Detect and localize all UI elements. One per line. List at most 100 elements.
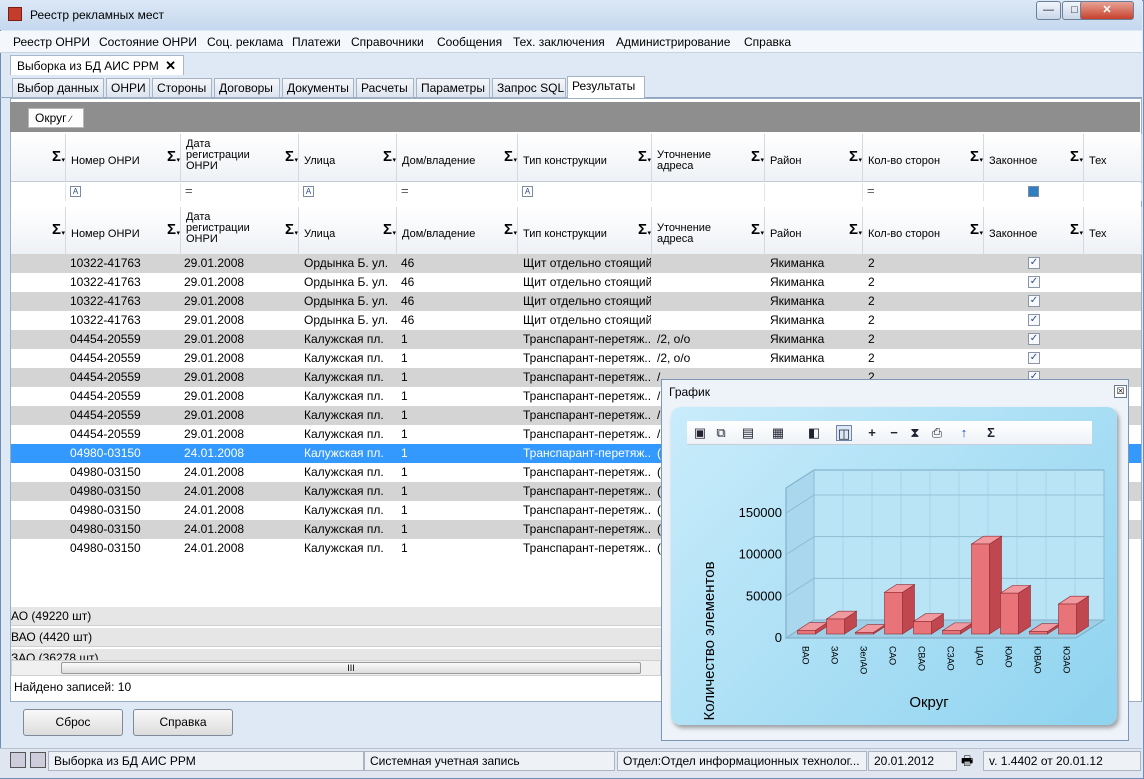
table-row[interactable]: 10322-41763 29.01.2008 Ордынка Б. ул. 46 Щит… — [11, 311, 1141, 330]
sigma-icon[interactable]: Σ — [285, 149, 294, 164]
legal-checkbox[interactable]: ✓ — [1028, 257, 1040, 269]
dropdown-arrow-icon[interactable]: ▾ — [858, 156, 862, 164]
dropdown-arrow-icon[interactable]: ▾ — [294, 156, 298, 164]
column-header-address-note[interactable]: Уточнение адреса Σ ▾ — [652, 134, 765, 182]
column-header-house[interactable]: Дом/владение Σ ▾ — [397, 207, 518, 255]
column-header-onri-number[interactable]: Номер ОНРИ Σ ▾ — [66, 207, 181, 255]
document-tab[interactable]: Выборка из БД АИС РРМ ✕ — [10, 55, 184, 75]
tab-sql-query[interactable]: Запрос SQL — [492, 78, 566, 98]
sigma-icon[interactable]: Σ — [52, 149, 61, 164]
dropdown-arrow-icon[interactable]: ▾ — [979, 229, 983, 237]
column-header-group[interactable]: Σ ▾ — [11, 134, 66, 182]
legal-checkbox[interactable]: ✓ — [1028, 333, 1040, 345]
tab-data-selection[interactable]: Выбор данных — [12, 78, 104, 98]
filter-cell-district[interactable] — [765, 183, 863, 201]
dropdown-arrow-icon[interactable]: ▾ — [858, 229, 862, 237]
column-header-construction-type[interactable]: Тип конструкции Σ ▾ — [518, 134, 652, 182]
sigma-icon[interactable]: Σ — [638, 222, 647, 237]
sigma-icon[interactable]: Σ — [383, 222, 392, 237]
dropdown-arrow-icon[interactable]: ▾ — [513, 229, 517, 237]
column-header-reg-date[interactable]: Дата регистрации ОНРИ Σ ▾ — [181, 134, 299, 182]
tab-parties[interactable]: Стороны — [152, 78, 212, 98]
column-header-district[interactable]: Район Σ ▾ — [765, 207, 863, 255]
column-header-legal[interactable]: Законное Σ ▾ — [984, 207, 1084, 255]
filter-cell-reg-date[interactable]: = — [181, 183, 299, 201]
equals-filter-icon[interactable]: = — [401, 183, 409, 198]
column-header-address-note[interactable]: Уточнение адреса Σ ▾ — [652, 207, 765, 255]
filter-cell-street[interactable]: A — [299, 183, 397, 201]
column-header-sides-count[interactable]: Кол-во сторон Σ ▾ — [863, 207, 984, 255]
dropdown-arrow-icon[interactable]: ▾ — [61, 229, 65, 237]
dropdown-arrow-icon[interactable]: ▾ — [176, 229, 180, 237]
sigma-icon[interactable]: Σ — [285, 222, 294, 237]
scrollbar-thumb[interactable]: III — [61, 662, 641, 674]
column-header-tech[interactable]: Тех — [1084, 207, 1142, 255]
legal-checkbox[interactable]: ✓ — [1028, 352, 1040, 364]
dropdown-arrow-icon[interactable]: ▾ — [647, 229, 651, 237]
sigma-icon[interactable]: Σ — [638, 149, 647, 164]
window-icon[interactable] — [10, 752, 26, 768]
table-row[interactable]: 10322-41763 29.01.2008 Ордынка Б. ул. 46 Щит… — [11, 254, 1141, 273]
legal-checkbox[interactable]: ✓ — [1028, 295, 1040, 307]
table-row[interactable]: 04454-20559 29.01.2008 Калужская пл. 1 Транс… — [11, 330, 1141, 349]
dropdown-arrow-icon[interactable]: ▾ — [392, 229, 396, 237]
filter-cell-tech[interactable] — [1084, 183, 1142, 201]
tab-results[interactable]: Результаты — [567, 76, 645, 99]
column-header-street[interactable]: Улица Σ ▾ — [299, 134, 397, 182]
checkbox-filter-icon[interactable] — [1028, 186, 1039, 197]
sigma-icon[interactable]: Σ — [970, 149, 979, 164]
filter-cell-onri-number[interactable]: A — [66, 183, 181, 201]
tab-contracts[interactable]: Договоры — [214, 78, 280, 98]
dropdown-arrow-icon[interactable]: ▾ — [294, 229, 298, 237]
table-row[interactable]: 10322-41763 29.01.2008 Ордынка Б. ул. 46 Щит… — [11, 273, 1141, 292]
sigma-icon[interactable]: Σ — [167, 149, 176, 164]
minimize-button[interactable]: — — [1036, 1, 1061, 20]
dropdown-arrow-icon[interactable]: ▾ — [61, 156, 65, 164]
document-tab-close-icon[interactable]: ✕ — [165, 58, 176, 74]
sigma-icon[interactable]: Σ — [52, 222, 61, 237]
dropdown-arrow-icon[interactable]: ▾ — [1079, 229, 1083, 237]
text-filter-icon[interactable]: A — [70, 186, 81, 197]
equals-filter-icon[interactable]: = — [185, 183, 193, 198]
menu-help[interactable]: Справка — [744, 35, 791, 49]
menu-registry[interactable]: Реестр ОНРИ — [13, 35, 90, 49]
reset-button[interactable]: Сброс — [23, 709, 123, 736]
help-button[interactable]: Справка — [133, 709, 233, 736]
title-bar[interactable] — [0, 0, 1142, 30]
menu-messages[interactable]: Сообщения — [437, 35, 502, 49]
group-row[interactable]: АО (49220 шт) — [11, 607, 661, 626]
column-header-street[interactable]: Улица Σ ▾ — [299, 207, 397, 255]
menu-state[interactable]: Состояние ОНРИ — [99, 35, 197, 49]
menu-tech-conclusions[interactable]: Тех. заключения — [513, 35, 605, 49]
filter-cell-sides-count[interactable]: = — [863, 183, 984, 201]
column-header-district[interactable]: Район Σ ▾ — [765, 134, 863, 182]
sigma-icon[interactable]: Σ — [751, 149, 760, 164]
column-header-reg-date[interactable]: Дата регистрации ОНРИ Σ ▾ — [181, 207, 299, 255]
equals-filter-icon[interactable]: = — [867, 183, 875, 198]
column-header-group[interactable]: Σ ▾ — [11, 207, 66, 255]
sigma-icon[interactable]: Σ — [849, 149, 858, 164]
menu-payments[interactable]: Платежи — [292, 35, 341, 49]
filter-cell-house[interactable]: = — [397, 183, 518, 201]
dropdown-arrow-icon[interactable]: ▾ — [647, 156, 651, 164]
column-header-house[interactable]: Дом/владение Σ ▾ — [397, 134, 518, 182]
sigma-icon[interactable]: Σ — [1070, 149, 1079, 164]
tab-parameters[interactable]: Параметры — [416, 78, 490, 98]
table-row[interactable]: 10322-41763 29.01.2008 Ордынка Б. ул. 46 Щит… — [11, 292, 1141, 311]
group-row[interactable]: ВАО (4420 шт) — [11, 628, 661, 647]
text-filter-icon[interactable]: A — [522, 186, 533, 197]
dropdown-arrow-icon[interactable]: ▾ — [760, 229, 764, 237]
text-filter-icon[interactable]: A — [303, 186, 314, 197]
filter-cell-group[interactable] — [11, 183, 66, 201]
dropdown-arrow-icon[interactable]: ▾ — [513, 156, 517, 164]
column-header-tech[interactable]: Тех — [1084, 134, 1142, 182]
sigma-icon[interactable]: Σ — [383, 149, 392, 164]
column-header-legal[interactable]: Законное Σ ▾ — [984, 134, 1084, 182]
sigma-icon[interactable]: Σ — [504, 222, 513, 237]
sigma-icon[interactable]: Σ — [1070, 222, 1079, 237]
sigma-icon[interactable]: Σ — [849, 222, 858, 237]
table-row[interactable]: 04454-20559 29.01.2008 Калужская пл. 1 Транс… — [11, 349, 1141, 368]
filter-cell-legal[interactable] — [984, 183, 1084, 201]
dropdown-arrow-icon[interactable]: ▾ — [176, 156, 180, 164]
menu-admin[interactable]: Администрирование — [616, 35, 730, 49]
